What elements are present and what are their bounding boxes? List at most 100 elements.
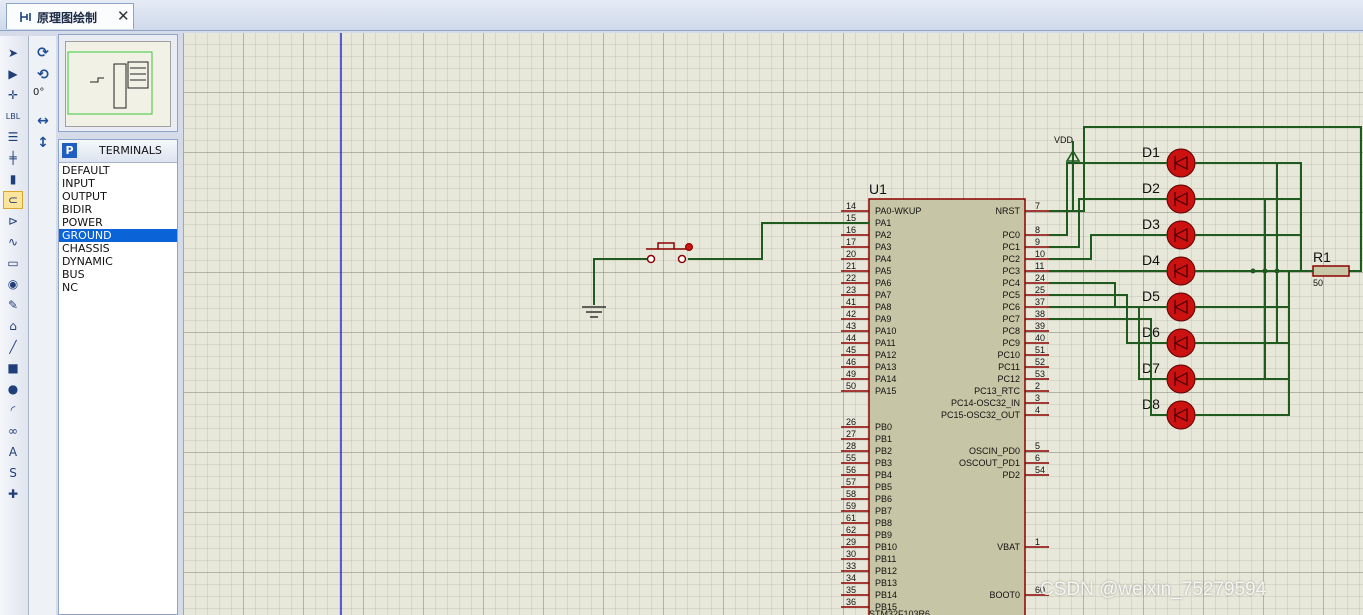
led-label: D2 — [1142, 180, 1160, 196]
generator-icon[interactable]: ◉ — [3, 275, 23, 293]
pin-number: 5 — [1035, 441, 1040, 451]
pin-name: PB11 — [875, 554, 896, 564]
pin-number: 34 — [846, 573, 856, 583]
pin-name: PA7 — [875, 290, 891, 300]
terminal-item-ground[interactable]: GROUND — [59, 229, 177, 242]
pin-number: 29 — [846, 537, 856, 547]
symbol-icon[interactable]: S — [3, 464, 23, 482]
terminals-title: TERMINALS — [99, 144, 162, 157]
arc-icon[interactable]: ◜ — [3, 401, 23, 419]
overview-window[interactable] — [58, 34, 178, 132]
pin-name: PB6 — [875, 494, 892, 504]
pin-number: 3 — [1035, 393, 1040, 403]
pin-name: PA6 — [875, 278, 891, 288]
pin-number: 30 — [846, 549, 856, 559]
instrument-icon[interactable]: ⌂ — [3, 317, 23, 335]
pin-name: PC2 — [1002, 254, 1020, 264]
terminal-item-bus[interactable]: BUS — [59, 268, 177, 281]
terminal-item-output[interactable]: OUTPUT — [59, 190, 177, 203]
pin-name: PC4 — [1002, 278, 1020, 288]
pin-name: NRST — [996, 206, 1021, 216]
component-icon[interactable]: ▶ — [3, 65, 23, 83]
pin-name: PC12 — [997, 374, 1020, 384]
circle-icon[interactable]: ● — [3, 380, 23, 398]
subcircuit-icon[interactable]: ▮ — [3, 170, 23, 188]
pin-number: 62 — [846, 525, 856, 535]
pick-devices-button[interactable]: P — [62, 143, 77, 158]
pin-number: 25 — [1035, 285, 1045, 295]
pin-name: PB8 — [875, 518, 892, 528]
led-d1 — [1166, 148, 1196, 178]
resistor-value: 50 — [1313, 278, 1323, 288]
text-script-icon[interactable]: ☰ — [3, 128, 23, 146]
pin-name: PA3 — [875, 242, 891, 252]
pin-number: 39 — [1035, 321, 1045, 331]
pin-number: 58 — [846, 489, 856, 499]
led-label: D1 — [1142, 144, 1160, 160]
mirror-horizontal-icon[interactable]: ↔ — [34, 112, 52, 130]
orientation-toolbar: ⟳ ⟲ 0° ↔ ↕ — [29, 36, 56, 615]
schematic-canvas[interactable]: U1 STM32F103R6 14 PA0-WKUP 15 PA1 16 PA2 17 PA3 20… — [183, 33, 1363, 615]
pin-number: 55 — [846, 453, 856, 463]
pin-name: PC5 — [1002, 290, 1020, 300]
terminal-item-power[interactable]: POWER — [59, 216, 177, 229]
path-icon[interactable]: ∞ — [3, 422, 23, 440]
watermark: CSDN @weixin_75279594 — [1040, 579, 1267, 600]
tab-schematic-capture[interactable]: 原理图绘制 ✕ — [6, 3, 134, 29]
pin-name: PC0 — [1002, 230, 1020, 240]
resistor-reference: R1 — [1313, 249, 1331, 265]
text-icon[interactable]: A — [3, 443, 23, 461]
led-d7 — [1166, 364, 1196, 394]
terminal-item-default[interactable]: DEFAULT — [59, 164, 177, 177]
bus-icon[interactable]: ╪ — [3, 149, 23, 167]
pin-name: PA12 — [875, 350, 896, 360]
pin-number: 9 — [1035, 237, 1040, 247]
wire — [593, 258, 648, 305]
wire — [1195, 162, 1302, 271]
box-icon[interactable]: ■ — [3, 359, 23, 377]
terminal-item-bidir[interactable]: BIDIR — [59, 203, 177, 216]
pin-number: 52 — [1035, 357, 1045, 367]
pin-number: 23 — [846, 285, 856, 295]
terminal-item-dynamic[interactable]: DYNAMIC — [59, 255, 177, 268]
mirror-vertical-icon[interactable]: ↕ — [34, 134, 52, 152]
pin-number: 35 — [846, 585, 856, 595]
pin-name: PC11 — [998, 362, 1020, 372]
probe-icon[interactable]: ✎ — [3, 296, 23, 314]
rotate-anticlockwise-icon[interactable]: ⟲ — [34, 66, 52, 84]
led-d4 — [1166, 256, 1196, 286]
pin-number: 59 — [846, 501, 856, 511]
pin-number: 50 — [846, 381, 856, 391]
pin-name: PC8 — [1002, 326, 1020, 336]
pin-name: PA11 — [875, 338, 896, 348]
marker-icon[interactable]: ✚ — [3, 485, 23, 503]
pin-number: 41 — [846, 297, 856, 307]
pin-name: VBAT — [997, 542, 1020, 552]
junction-icon[interactable]: ✛ — [3, 86, 23, 104]
pin-number: 53 — [1035, 369, 1045, 379]
pin-name: PB4 — [875, 470, 892, 480]
pin-name: PA5 — [875, 266, 891, 276]
pin-number: 24 — [1035, 273, 1045, 283]
close-icon[interactable]: ✕ — [117, 7, 130, 25]
pin-name: PC6 — [1002, 302, 1020, 312]
pin-name: PC3 — [1002, 266, 1020, 276]
led-d8 — [1166, 400, 1196, 430]
graph-icon[interactable]: ∿ — [3, 233, 23, 251]
pin-name: PA1 — [875, 218, 891, 228]
terminal-item-chassis[interactable]: CHASSIS — [59, 242, 177, 255]
arrow-icon[interactable]: ➤ — [3, 44, 23, 62]
pin-number: 46 — [846, 357, 856, 367]
led-label: D4 — [1142, 252, 1160, 268]
pin-number: 2 — [1035, 381, 1040, 391]
wire-label-icon[interactable]: LBL — [3, 107, 23, 125]
terminal-item-nc[interactable]: NC — [59, 281, 177, 294]
terminals-icon[interactable]: ⊂ — [3, 191, 23, 209]
terminal-item-input[interactable]: INPUT — [59, 177, 177, 190]
pin-name: PC1 — [1002, 242, 1020, 252]
rotate-clockwise-icon[interactable]: ⟳ — [34, 44, 52, 62]
tape-icon[interactable]: ▭ — [3, 254, 23, 272]
line-icon[interactable]: ╱ — [3, 338, 23, 356]
pin-name: PC7 — [1002, 314, 1020, 324]
pin-icon[interactable]: ⊳ — [3, 212, 23, 230]
